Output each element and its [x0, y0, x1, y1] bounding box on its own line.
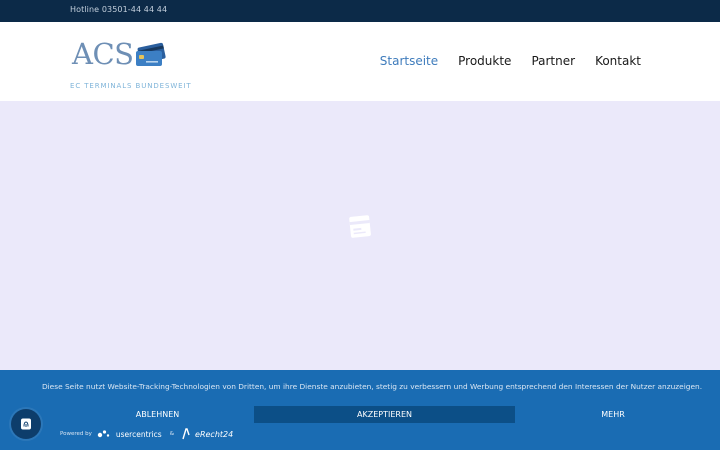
nav-produkte[interactable]: Produkte — [458, 54, 511, 68]
hotline-text: Hotline 03501-44 44 44 — [70, 5, 168, 14]
cookie-consent-banner: Diese Seite nutzt Website-Tracking-Techn… — [0, 370, 720, 450]
powered-by-label: Powered by — [60, 431, 92, 437]
logo-tagline: EC TERMINALS BUNDESWEIT — [70, 82, 192, 90]
site-header: ACS EC TERMINALS BUNDESWEIT Startseite P… — [0, 22, 720, 101]
nav-kontakt[interactable]: Kontakt — [595, 54, 641, 68]
more-button[interactable]: MEHR — [512, 406, 714, 423]
privacy-settings-button[interactable] — [11, 409, 41, 439]
consent-message: Diese Seite nutzt Website-Tracking-Techn… — [41, 382, 703, 391]
fingerprint-icon — [21, 418, 31, 430]
brand-ampersand: & — [169, 431, 175, 437]
usercentrics-logo-icon — [97, 430, 110, 438]
decline-button[interactable]: ABLEHNEN — [56, 406, 259, 423]
site-logo[interactable]: ACS EC TERMINALS BUNDESWEIT — [70, 37, 192, 97]
usercentrics-brand[interactable]: usercentrics — [116, 430, 162, 439]
nav-partner[interactable]: Partner — [531, 54, 575, 68]
hero-area — [0, 101, 720, 370]
top-bar: Hotline 03501-44 44 44 — [0, 0, 720, 22]
accept-button[interactable]: AKZEPTIEREN — [254, 406, 515, 423]
powered-by: Powered by usercentrics & eRecht24 — [60, 428, 233, 440]
main-nav: Startseite Produkte Partner Kontakt — [380, 54, 641, 68]
logo-text: ACS — [72, 37, 134, 71]
credit-card-icon — [349, 215, 371, 238]
erecht24-logo-icon — [182, 428, 190, 440]
nav-startseite[interactable]: Startseite — [380, 54, 438, 68]
erecht24-brand[interactable]: eRecht24 — [195, 430, 233, 439]
credit-cards-icon — [136, 42, 166, 66]
